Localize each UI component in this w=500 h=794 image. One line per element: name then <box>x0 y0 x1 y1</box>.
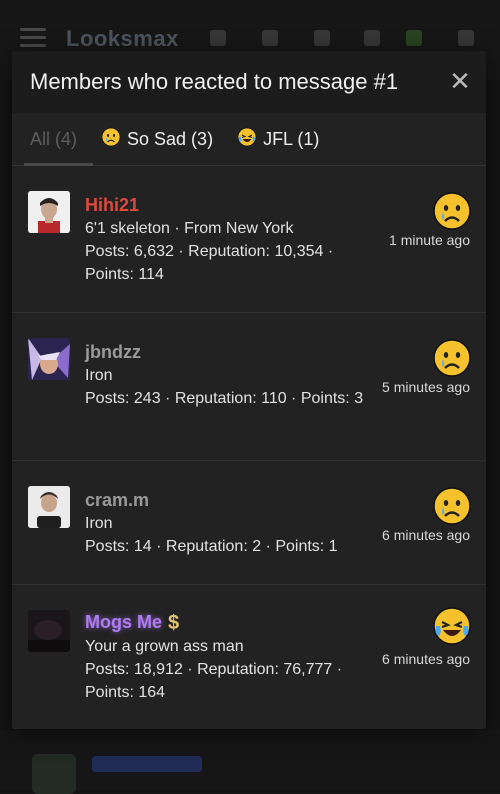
member-stats: Posts: 14 · Reputation: 2 · Points: 1 <box>85 538 338 555</box>
site-logo: Looksmax <box>66 26 179 51</box>
member-info: Mogs Me $ Your a grown ass man Posts: 18,… <box>85 610 370 704</box>
member-stats: Posts: 6,632 · Reputation: 10,354 · Poin… <box>85 243 334 283</box>
dollar-badge-icon: $ <box>168 612 180 634</box>
list-item: jbndzz Iron Posts: 243 · Reputation: 110… <box>12 313 486 461</box>
reaction-time: 6 minutes ago <box>382 651 470 667</box>
modal-header: Members who reacted to message #1 ✕ <box>12 51 486 113</box>
member-title: Iron <box>85 515 113 532</box>
avatar[interactable] <box>28 610 70 652</box>
member-title: Iron <box>85 367 113 384</box>
sad-emoji-icon <box>101 127 121 152</box>
reactions-modal: Members who reacted to message #1 ✕ All … <box>12 51 486 729</box>
crying-laughing-emoji-icon <box>237 127 257 152</box>
sad-emoji-icon <box>432 191 472 231</box>
tab-jfl[interactable]: JFL (1) <box>225 113 331 165</box>
avatar[interactable] <box>28 338 70 380</box>
tab-so-sad[interactable]: So Sad (3) <box>89 113 225 165</box>
avatar[interactable] <box>28 191 70 233</box>
mail-icon <box>262 30 278 46</box>
search-icon <box>458 30 474 46</box>
avatar-icon <box>210 30 226 46</box>
member-info: jbndzz Iron Posts: 243 · Reputation: 110… <box>85 340 370 410</box>
member-stats: Posts: 18,912 · Reputation: 76,777 · Poi… <box>85 661 343 701</box>
member-title: 6'1 skeleton · From New York <box>85 220 294 237</box>
member-title: Your a grown ass man <box>85 638 244 655</box>
close-icon[interactable]: ✕ <box>446 66 474 96</box>
sad-emoji-icon <box>432 338 472 378</box>
member-info: Hihi21 6'1 skeleton · From New York Post… <box>85 193 370 286</box>
modal-title: Members who reacted to message #1 <box>30 69 399 94</box>
member-list: Hihi21 6'1 skeleton · From New York Post… <box>12 166 486 725</box>
bell-icon <box>314 30 330 46</box>
chat-icon <box>406 30 422 46</box>
reaction-tabs: All (4) So Sad (3) JFL (1) <box>12 113 486 166</box>
reaction-time: 6 minutes ago <box>382 527 470 543</box>
sad-emoji-icon <box>432 486 472 526</box>
reaction-time: 1 minute ago <box>389 232 470 248</box>
tab-label: So Sad (3) <box>127 128 214 149</box>
menu-icon <box>20 28 46 48</box>
list-item: Hihi21 6'1 skeleton · From New York Post… <box>12 166 486 313</box>
member-username[interactable]: jbndzz <box>85 340 141 364</box>
reaction-time: 5 minutes ago <box>382 379 470 395</box>
crying-laughing-emoji-icon <box>432 606 472 646</box>
post-avatar <box>32 754 76 794</box>
member-username[interactable]: Mogs Me <box>85 610 162 634</box>
tab-all[interactable]: All (4) <box>18 113 94 166</box>
member-username[interactable]: Hihi21 <box>85 193 139 217</box>
list-item: cram.m Iron Posts: 14 · Reputation: 2 · … <box>12 461 486 585</box>
member-info: cram.m Iron Posts: 14 · Reputation: 2 · … <box>85 488 370 558</box>
tab-label: JFL (1) <box>263 128 320 149</box>
member-stats: Posts: 243 · Reputation: 110 · Points: 3 <box>85 390 364 407</box>
member-username[interactable]: cram.m <box>85 488 149 512</box>
list-item: Mogs Me $ Your a grown ass man Posts: 18,… <box>12 585 486 725</box>
tab-label: All (4) <box>30 128 78 149</box>
background-post <box>0 730 500 794</box>
avatar[interactable] <box>28 486 70 528</box>
post-username <box>92 756 202 772</box>
bolt-icon <box>364 30 380 46</box>
